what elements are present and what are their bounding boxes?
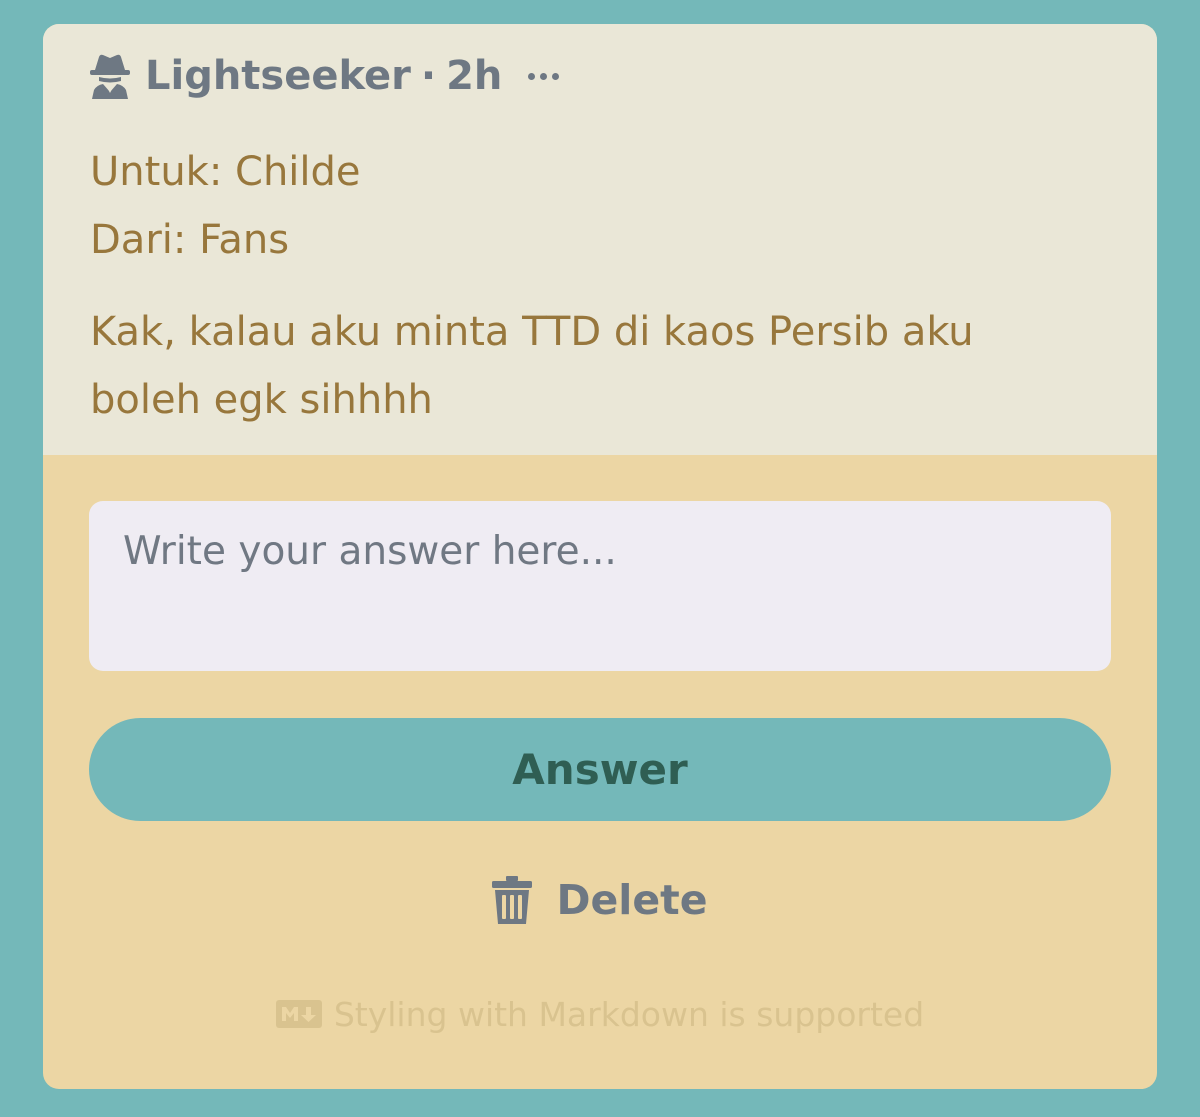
sender-line: Dari: Fans <box>90 217 290 263</box>
ellipsis-icon[interactable] <box>528 72 560 80</box>
markdown-hint-text: Styling with Markdown is supported <box>333 994 925 1034</box>
incognito-spy-icon <box>90 54 130 99</box>
answer-input[interactable]: Write your answer here... <box>89 501 1111 671</box>
delete-button-label: Delete <box>556 876 708 924</box>
question-body-line-2: boleh egk sihhhh <box>90 377 433 423</box>
recipient-line: Untuk: Childe <box>90 149 361 195</box>
trash-icon <box>492 876 533 924</box>
question-body-line-1: Kak, kalau aku minta TTD di kaos Persib … <box>90 309 974 355</box>
markdown-icon <box>275 1000 322 1028</box>
question-section: Lightseeker · 2h Untuk: Childe Dari: Fan… <box>43 24 1157 455</box>
answer-button[interactable]: Answer <box>89 718 1111 821</box>
meta-separator: · <box>420 53 437 99</box>
question-card: Lightseeker · 2h Untuk: Childe Dari: Fan… <box>43 24 1157 1089</box>
post-time: 2h <box>446 53 503 99</box>
author-name: Lightseeker <box>145 53 411 99</box>
markdown-hint: Styling with Markdown is supported <box>43 992 1157 1036</box>
answer-placeholder: Write your answer here... <box>123 529 617 574</box>
question-meta: Lightseeker · 2h <box>89 52 560 100</box>
answer-button-label: Answer <box>512 745 688 794</box>
delete-button[interactable]: Delete <box>43 872 1157 928</box>
